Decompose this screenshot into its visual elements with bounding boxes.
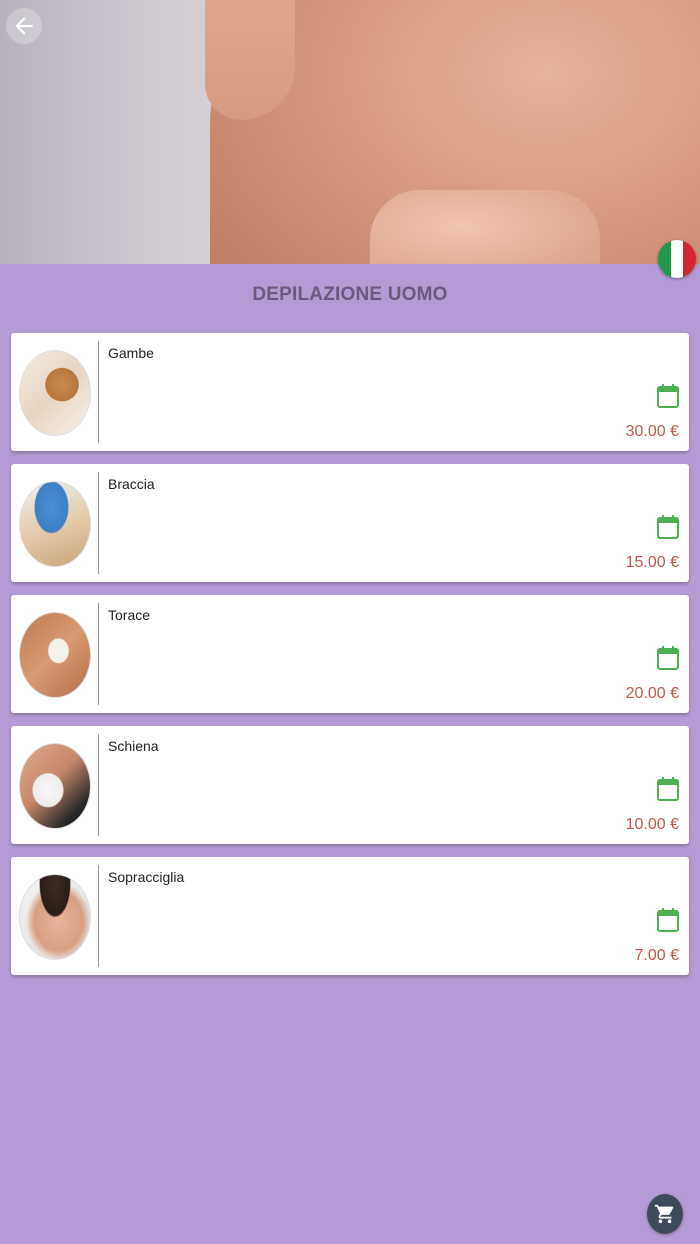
service-name: Torace [108, 607, 151, 623]
service-name: Braccia [108, 476, 155, 492]
divider [98, 865, 99, 967]
calendar-icon[interactable] [657, 908, 679, 932]
service-thumbnail [19, 612, 91, 698]
divider [98, 603, 99, 705]
service-price: 15.00 € [625, 554, 679, 571]
divider [98, 472, 99, 574]
service-thumbnail [19, 743, 91, 829]
divider [98, 734, 99, 836]
hero-image [0, 0, 700, 264]
cart-icon [654, 1204, 674, 1224]
calendar-icon[interactable] [657, 515, 679, 539]
divider [98, 341, 99, 443]
calendar-icon[interactable] [657, 777, 679, 801]
service-card-schiena[interactable]: Schiena 10.00 € [11, 726, 689, 844]
page-title: DEPILAZIONE UOMO [252, 284, 448, 305]
service-price: 7.00 € [634, 947, 679, 964]
hero-hand [370, 190, 600, 264]
service-name: Schiena [108, 738, 159, 754]
service-thumbnail [19, 481, 91, 567]
service-price: 30.00 € [625, 423, 679, 440]
service-price: 20.00 € [625, 685, 679, 702]
service-card-sopracciglia[interactable]: Sopracciglia 7.00 € [11, 857, 689, 975]
service-price: 10.00 € [625, 816, 679, 833]
service-card-braccia[interactable]: Braccia 15.00 € [11, 464, 689, 582]
arrow-left-icon [15, 17, 33, 35]
service-list: Gambe 30.00 € Braccia 15.00 € Torace 20.… [11, 333, 689, 988]
calendar-icon[interactable] [657, 384, 679, 408]
service-card-torace[interactable]: Torace 20.00 € [11, 595, 689, 713]
language-button[interactable] [658, 240, 696, 278]
back-button[interactable] [6, 8, 42, 44]
service-thumbnail [19, 350, 91, 436]
service-name: Sopracciglia [108, 869, 185, 885]
service-card-gambe[interactable]: Gambe 30.00 € [11, 333, 689, 451]
service-thumbnail [19, 874, 91, 960]
service-name: Gambe [108, 345, 154, 361]
calendar-icon[interactable] [657, 646, 679, 670]
cart-button[interactable] [647, 1194, 683, 1234]
